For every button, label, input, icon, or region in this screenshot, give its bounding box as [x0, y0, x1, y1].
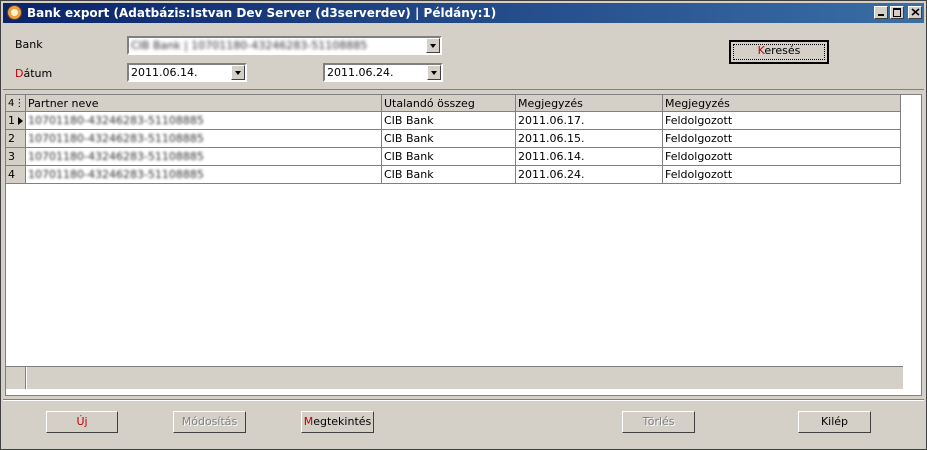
exit-button[interactable]: Kilép [798, 411, 871, 433]
cell-partner[interactable]: 10701180-43246283-51108885 [25, 165, 382, 184]
row-indicator[interactable]: 3 [6, 147, 26, 166]
row-indicator[interactable]: 1 [6, 111, 26, 130]
title-bar[interactable]: Bank export (Adatbázis:Istvan Dev Server… [3, 3, 924, 23]
table-row[interactable]: 1 10701180-43246283-51108885 CIB Bank 20… [6, 111, 901, 130]
date-from-value: 2011.06.14. [131, 66, 198, 79]
date-to-select[interactable]: 2011.06.24. [323, 63, 443, 82]
date-from-select[interactable]: 2011.06.14. [127, 63, 247, 82]
cell-amount[interactable]: CIB Bank [381, 111, 516, 130]
chevron-down-icon[interactable] [426, 38, 440, 53]
date-to-value: 2011.06.24. [327, 66, 394, 79]
table-row[interactable]: 3 10701180-43246283-51108885 CIB Bank 20… [6, 147, 901, 166]
cell-note2[interactable]: Feldolgozott [662, 129, 901, 148]
cell-amount[interactable]: CIB Bank [381, 165, 516, 184]
grid-footer-bar [26, 367, 903, 389]
column-header-amount[interactable]: Utalandó összeg [381, 95, 516, 112]
chevron-down-icon[interactable] [231, 65, 245, 80]
grid-header-row: 4⋮ Partner neve Utalandó összeg Megjegyz… [6, 95, 901, 112]
grid-footer [6, 366, 903, 389]
datum-label: Dátum [15, 67, 53, 80]
view-button-label: Megtekintés [303, 415, 372, 428]
column-header-partner[interactable]: Partner neve [25, 95, 382, 112]
modify-button[interactable]: Módosítás [173, 411, 246, 433]
bank-select[interactable]: CIB Bank | 10701180-43246283-51108885 [127, 36, 442, 55]
data-grid[interactable]: 4⋮ Partner neve Utalandó összeg Megjegyz… [5, 94, 922, 396]
cell-note1[interactable]: 2011.06.14. [515, 147, 663, 166]
bank-label: Bank [15, 38, 43, 51]
column-header-note2[interactable]: Megjegyzés [662, 95, 901, 112]
grid-footer-indicator [6, 367, 26, 389]
divider [3, 399, 924, 401]
cell-note1[interactable]: 2011.06.17. [515, 111, 663, 130]
window-title: Bank export (Adatbázis:Istvan Dev Server… [27, 6, 497, 20]
bank-export-window: Bank export (Adatbázis:Istvan Dev Server… [0, 0, 927, 450]
grid-corner[interactable]: 4⋮ [6, 95, 26, 112]
cell-note2[interactable]: Feldolgozott [662, 111, 901, 130]
new-button-label: Új [76, 415, 88, 428]
current-row-pointer-icon [18, 117, 23, 125]
cell-note1[interactable]: 2011.06.24. [515, 165, 663, 184]
app-icon [7, 5, 22, 20]
filter-panel: Bank CIB Bank | 10701180-43246283-511088… [3, 24, 924, 90]
grid-table: 4⋮ Partner neve Utalandó összeg Megjegyz… [6, 95, 901, 184]
cell-amount[interactable]: CIB Bank [381, 129, 516, 148]
row-indicator[interactable]: 2 [6, 129, 26, 148]
chevron-down-icon[interactable] [427, 65, 441, 80]
table-row[interactable]: 2 10701180-43246283-51108885 CIB Bank 20… [6, 129, 901, 148]
search-button[interactable]: Keresés [729, 40, 829, 64]
cell-partner[interactable]: 10701180-43246283-51108885 [25, 111, 382, 130]
cell-note2[interactable]: Feldolgozott [662, 165, 901, 184]
view-button[interactable]: Megtekintés [301, 411, 374, 433]
new-button[interactable]: Új [46, 411, 118, 433]
maximize-icon[interactable] [890, 6, 904, 19]
cell-partner[interactable]: 10701180-43246283-51108885 [25, 147, 382, 166]
focus-rect [733, 44, 825, 60]
minimize-icon[interactable] [874, 6, 888, 19]
row-indicator[interactable]: 4 [6, 165, 26, 184]
bank-select-value: CIB Bank | 10701180-43246283-51108885 [131, 39, 368, 52]
cell-amount[interactable]: CIB Bank [381, 147, 516, 166]
cell-note1[interactable]: 2011.06.15. [515, 129, 663, 148]
table-row[interactable]: 4 10701180-43246283-51108885 CIB Bank 20… [6, 165, 901, 184]
cell-partner[interactable]: 10701180-43246283-51108885 [25, 129, 382, 148]
close-icon[interactable] [908, 6, 922, 19]
column-header-note1[interactable]: Megjegyzés [515, 95, 663, 112]
cell-note2[interactable]: Feldolgozott [662, 147, 901, 166]
delete-button[interactable]: Törlés [622, 411, 695, 433]
